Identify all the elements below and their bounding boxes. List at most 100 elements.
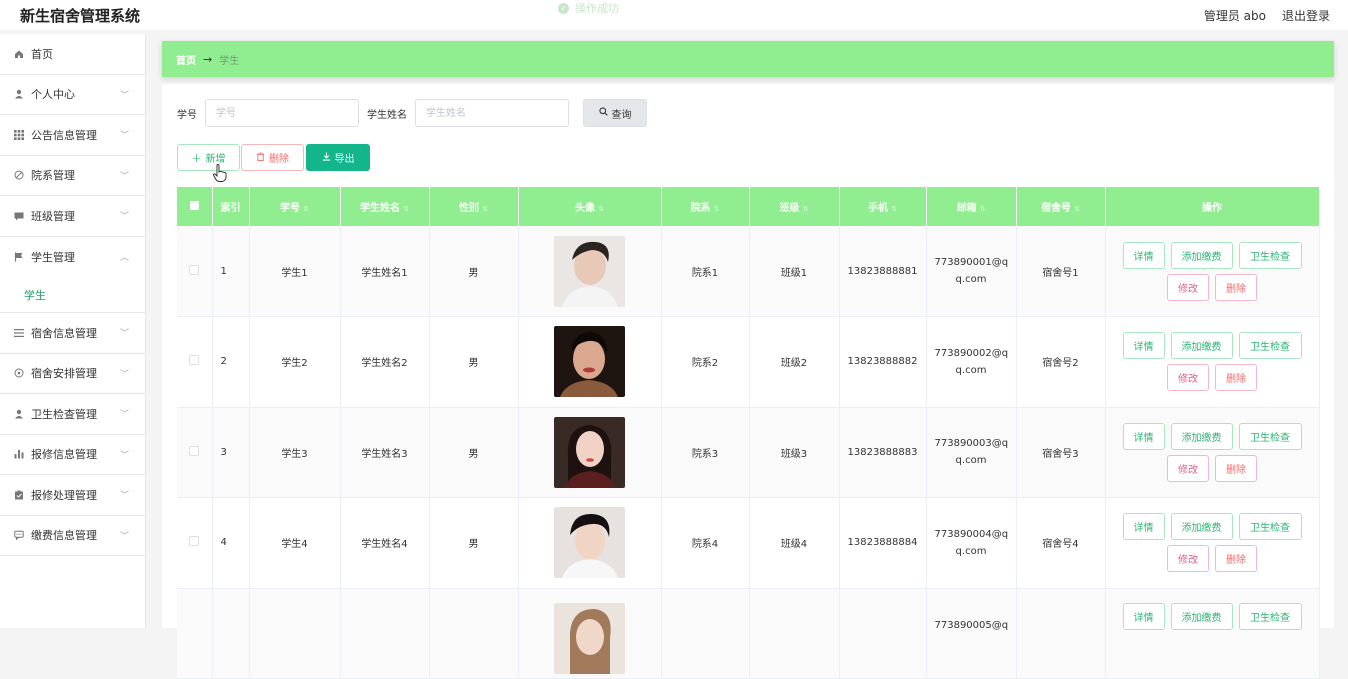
cell-index: 4 bbox=[212, 497, 250, 589]
detail-button[interactable]: 详情 bbox=[1122, 332, 1165, 360]
hygiene-check-button[interactable]: 卫生检查 bbox=[1238, 602, 1302, 630]
sidebar-item-dorm-info[interactable]: 宿舍信息管理 ﹀ bbox=[0, 313, 145, 354]
sidebar-item-repair-info[interactable]: 报修信息管理 ﹀ bbox=[0, 435, 145, 475]
student-name-input[interactable] bbox=[415, 99, 569, 127]
col-header-avatar[interactable]: 头像 ⇅ bbox=[518, 187, 662, 226]
col-header-email[interactable]: 邮箱 ⇅ bbox=[926, 187, 1017, 226]
avatar[interactable] bbox=[554, 326, 625, 398]
row-checkbox[interactable] bbox=[177, 316, 213, 408]
sidebar-item-departments[interactable]: 院系管理 ﹀ bbox=[0, 156, 145, 196]
edit-button[interactable]: 修改 bbox=[1167, 364, 1209, 392]
cell-actions: 详情 添加缴费 卫生检查 修改 删除 bbox=[1105, 316, 1320, 408]
add-payment-button[interactable]: 添加缴费 bbox=[1170, 332, 1233, 360]
email-line: 773890001@q bbox=[934, 257, 1009, 268]
detail-button[interactable]: 详情 bbox=[1122, 241, 1165, 269]
app-title: 新生宿舍管理系统 bbox=[20, 7, 141, 25]
user-icon bbox=[13, 408, 24, 419]
remove-button[interactable]: 删除 bbox=[1215, 364, 1257, 392]
cell-student-id: 学生4 bbox=[249, 497, 341, 589]
hygiene-check-button[interactable]: 卫生检查 bbox=[1238, 332, 1302, 360]
col-header-class[interactable]: 班级 ⇅ bbox=[749, 187, 840, 226]
hygiene-check-button[interactable]: 卫生检查 bbox=[1238, 422, 1302, 450]
add-payment-button[interactable]: 添加缴费 bbox=[1170, 602, 1233, 630]
plus-icon: ＋ bbox=[191, 154, 202, 165]
col-header-student-id[interactable]: 学号 ⇅ bbox=[249, 187, 341, 226]
cell-phone: 13823888881 bbox=[839, 226, 927, 317]
cell-class: 班级2 bbox=[749, 316, 840, 408]
row-checkbox[interactable] bbox=[177, 407, 213, 498]
col-header-label: 宿舍号 bbox=[1041, 203, 1072, 214]
grid-icon bbox=[13, 129, 24, 140]
table-row: 1 学生1 学生姓名1 男 院系1 班级1 13823888881 773890… bbox=[177, 226, 1320, 317]
hygiene-check-button[interactable]: 卫生检查 bbox=[1238, 241, 1302, 269]
edit-button[interactable]: 修改 bbox=[1167, 545, 1209, 573]
col-header-dorm[interactable]: 宿舍号 ⇅ bbox=[1016, 187, 1106, 226]
avatar[interactable] bbox=[554, 507, 625, 579]
col-header-gender[interactable]: 性别 ⇅ bbox=[429, 187, 519, 226]
chevron-down-icon: ﹀ bbox=[119, 369, 129, 380]
add-payment-button[interactable]: 添加缴费 bbox=[1170, 241, 1233, 269]
remove-button[interactable]: 删除 bbox=[1215, 273, 1257, 301]
remove-button[interactable]: 删除 bbox=[1215, 454, 1257, 482]
row-checkbox[interactable] bbox=[177, 588, 213, 679]
email-line: q.com bbox=[955, 455, 987, 467]
avatar[interactable] bbox=[554, 235, 625, 307]
row-checkbox[interactable] bbox=[177, 497, 213, 589]
sidebar: 首页 个人中心 ﹀ 公告信息管理 ﹀ 院系管理 ﹀ 班级管理 ﹀ 学生管理 ︿ … bbox=[0, 34, 146, 628]
top-bar: 新生宿舍管理系统 ✓ 操作成功 管理员 abo 退出登录 bbox=[0, 0, 1348, 30]
select-all-checkbox[interactable] bbox=[177, 187, 213, 226]
chevron-down-icon: ﹀ bbox=[119, 491, 129, 501]
col-header-phone[interactable]: 手机 ⇅ bbox=[839, 187, 927, 226]
sidebar-item-label: 报修信息管理 bbox=[31, 448, 97, 462]
cell-avatar bbox=[518, 316, 662, 408]
cell-email: 773890001@q q.com bbox=[926, 226, 1017, 317]
delete-button[interactable]: 删除 bbox=[241, 144, 304, 171]
check-circle-icon: ✓ bbox=[558, 2, 569, 14]
cell-student-id bbox=[249, 588, 341, 679]
col-header-department[interactable]: 院系 ⇅ bbox=[661, 187, 750, 226]
avatar[interactable] bbox=[554, 416, 625, 488]
edit-button[interactable]: 修改 bbox=[1167, 454, 1209, 482]
cell-actions: 详情 添加缴费 卫生检查 修改 删除 bbox=[1105, 407, 1320, 498]
sidebar-item-home[interactable]: 首页 bbox=[0, 34, 145, 75]
sidebar-item-label: 院系管理 bbox=[31, 169, 75, 183]
query-button[interactable]: 查询 bbox=[583, 99, 647, 127]
detail-button[interactable]: 详情 bbox=[1122, 602, 1165, 630]
cell-avatar bbox=[518, 497, 662, 589]
sidebar-item-profile[interactable]: 个人中心 ﹀ bbox=[0, 75, 145, 115]
student-id-label: 学号 bbox=[177, 109, 197, 121]
detail-button[interactable]: 详情 bbox=[1122, 422, 1165, 450]
export-button[interactable]: 导出 bbox=[306, 144, 370, 171]
detail-button[interactable]: 详情 bbox=[1122, 513, 1165, 541]
col-header-student-name[interactable]: 学生姓名 ⇅ bbox=[340, 187, 430, 226]
edit-button[interactable]: 修改 bbox=[1167, 273, 1209, 301]
cell-avatar bbox=[518, 407, 662, 498]
logout-link[interactable]: 退出登录 bbox=[1282, 7, 1330, 24]
sidebar-item-students[interactable]: 学生管理 ︿ bbox=[0, 237, 145, 278]
sidebar-item-notices[interactable]: 公告信息管理 ﹀ bbox=[0, 115, 145, 156]
avatar[interactable] bbox=[554, 602, 625, 674]
sort-icon: ⇅ bbox=[303, 205, 309, 213]
sidebar-item-dorm-arrange[interactable]: 宿舍安排管理 ﹀ bbox=[0, 354, 145, 394]
sidebar-item-classes[interactable]: 班级管理 ﹀ bbox=[0, 196, 145, 237]
cell-dorm: 宿舍号3 bbox=[1016, 407, 1106, 498]
cell-actions: 详情 添加缴费 卫生检查 bbox=[1105, 588, 1320, 679]
breadcrumb-home[interactable]: 首页 bbox=[176, 52, 196, 67]
col-header-label: 学号 bbox=[280, 203, 301, 214]
cell-avatar bbox=[518, 226, 662, 317]
table-row: 773890005@q 详情 添加缴费 卫生检查 bbox=[177, 588, 1320, 679]
sidebar-item-hygiene[interactable]: 卫生检查管理 ﹀ bbox=[0, 394, 145, 435]
row-checkbox[interactable] bbox=[177, 226, 213, 317]
sidebar-item-payments[interactable]: 缴费信息管理 ﹀ bbox=[0, 516, 145, 556]
success-toast: ✓ 操作成功 bbox=[558, 0, 619, 16]
add-button[interactable]: ＋ 新增 bbox=[177, 144, 240, 171]
student-id-input[interactable] bbox=[205, 99, 359, 127]
hygiene-check-button[interactable]: 卫生检查 bbox=[1238, 513, 1302, 541]
cell-email: 773890004@q q.com bbox=[926, 497, 1017, 589]
sidebar-item-repair-handle[interactable]: 报修处理管理 ﹀ bbox=[0, 475, 145, 516]
add-payment-button[interactable]: 添加缴费 bbox=[1170, 422, 1233, 450]
cell-phone: 13823888884 bbox=[839, 497, 927, 589]
remove-button[interactable]: 删除 bbox=[1215, 545, 1257, 573]
add-payment-button[interactable]: 添加缴费 bbox=[1170, 513, 1233, 541]
sidebar-subitem-student[interactable]: 学生 bbox=[0, 277, 145, 313]
